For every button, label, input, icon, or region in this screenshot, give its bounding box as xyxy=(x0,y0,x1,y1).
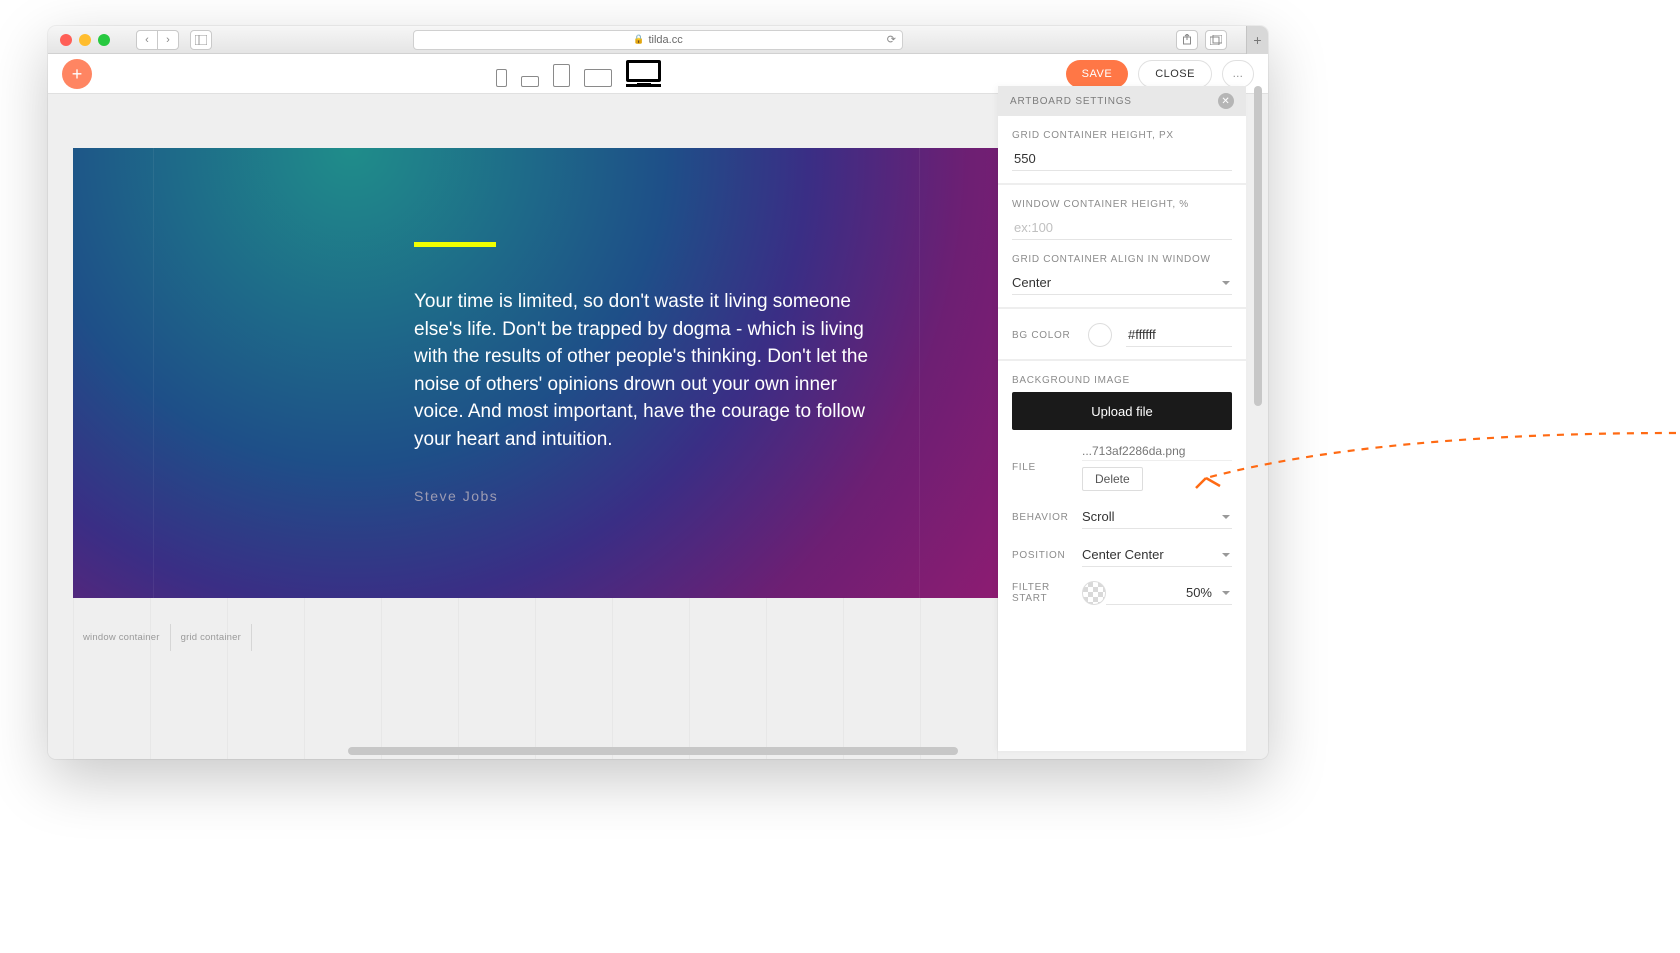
window-height-label: WINDOW CONTAINER HEIGHT, % xyxy=(1012,199,1232,210)
tabs-button[interactable] xyxy=(1205,30,1227,50)
horizontal-scrollbar[interactable] xyxy=(348,747,958,755)
file-name: ...713af2286da.png xyxy=(1082,444,1232,461)
add-block-button[interactable]: + xyxy=(62,59,92,89)
sidebar-toggle-button[interactable] xyxy=(190,30,212,50)
panel-close-button[interactable]: ✕ xyxy=(1218,93,1234,109)
filter-start-value: 50% xyxy=(1106,585,1232,600)
bg-color-swatch[interactable] xyxy=(1088,323,1112,347)
plus-icon: + xyxy=(72,65,83,83)
bg-color-label: BG COLOR xyxy=(1012,330,1074,341)
minimize-window-icon[interactable] xyxy=(79,34,91,46)
grid-height-input[interactable] xyxy=(1012,147,1232,170)
position-value: Center Center xyxy=(1082,547,1164,562)
browser-titlebar: ‹ › 🔒 tilda.cc ⟳ + xyxy=(48,26,1268,54)
quote-text[interactable]: Your time is limited, so don't waste it … xyxy=(414,288,884,453)
sidebar-icon xyxy=(195,35,207,45)
vertical-scrollbar[interactable] xyxy=(1254,86,1262,406)
behavior-select[interactable]: Scroll xyxy=(1082,505,1232,529)
container-tabs: window container grid container xyxy=(73,624,252,651)
position-label: POSITION xyxy=(1012,550,1082,561)
traffic-lights xyxy=(60,34,110,46)
position-select[interactable]: Center Center xyxy=(1082,543,1232,567)
device-tablet-button[interactable] xyxy=(553,64,570,87)
bg-color-input[interactable] xyxy=(1126,323,1232,346)
close-icon: ✕ xyxy=(1221,96,1230,107)
filter-color-swatch[interactable] xyxy=(1082,581,1106,605)
device-phone-button[interactable] xyxy=(496,69,507,87)
lock-icon: 🔒 xyxy=(633,34,644,45)
close-button[interactable]: CLOSE xyxy=(1138,60,1212,88)
address-bar[interactable]: 🔒 tilda.cc ⟳ xyxy=(413,30,903,50)
file-label: FILE xyxy=(1012,462,1082,473)
align-select[interactable]: Center xyxy=(1012,271,1232,295)
artboard-settings-panel: ARTBOARD SETTINGS ✕ GRID CONTAINER HEIGH… xyxy=(998,86,1246,751)
nav-buttons: ‹ › xyxy=(136,30,178,50)
panel-title: ARTBOARD SETTINGS xyxy=(1010,96,1132,107)
behavior-label: BEHAVIOR xyxy=(1012,512,1082,523)
behavior-value: Scroll xyxy=(1082,509,1115,524)
filter-start-label: FILTER START xyxy=(1012,582,1082,604)
upload-file-button[interactable]: Upload file xyxy=(1012,392,1232,430)
forward-button[interactable]: › xyxy=(157,30,179,50)
panel-header: ARTBOARD SETTINGS ✕ xyxy=(998,86,1246,116)
close-window-icon[interactable] xyxy=(60,34,72,46)
browser-window: ‹ › 🔒 tilda.cc ⟳ + + xyxy=(48,26,1268,759)
back-button[interactable]: ‹ xyxy=(136,30,158,50)
device-phone-land-button[interactable] xyxy=(521,76,539,87)
reload-icon[interactable]: ⟳ xyxy=(887,33,896,46)
url-text: tilda.cc xyxy=(648,34,682,46)
new-tab-button[interactable]: + xyxy=(1246,26,1268,54)
filter-start-select[interactable]: 50% xyxy=(1106,581,1232,605)
delete-file-button[interactable]: Delete xyxy=(1082,467,1143,491)
bg-image-label: BACKGROUND IMAGE xyxy=(1012,375,1232,386)
more-button[interactable]: … xyxy=(1222,60,1254,88)
device-switcher xyxy=(496,60,661,87)
artboard[interactable]: Your time is limited, so don't waste it … xyxy=(73,148,1000,598)
accent-shape[interactable] xyxy=(414,242,496,247)
device-desktop-button[interactable] xyxy=(626,60,661,87)
align-label: GRID CONTAINER ALIGN IN WINDOW xyxy=(1012,254,1232,265)
window-height-input[interactable] xyxy=(1012,216,1232,239)
align-value: Center xyxy=(1012,275,1051,290)
tabs-icon xyxy=(1210,35,1222,45)
share-button[interactable] xyxy=(1176,30,1198,50)
maximize-window-icon[interactable] xyxy=(98,34,110,46)
device-tablet-land-button[interactable] xyxy=(584,69,612,87)
save-button[interactable]: SAVE xyxy=(1066,60,1129,88)
share-icon xyxy=(1182,34,1192,45)
tab-window-container[interactable]: window container xyxy=(73,624,171,651)
grid-height-label: GRID CONTAINER HEIGHT, PX xyxy=(1012,130,1232,141)
author-text[interactable]: Steve Jobs xyxy=(414,488,498,504)
tab-grid-container[interactable]: grid container xyxy=(171,624,252,651)
desktop-icon xyxy=(626,60,661,82)
